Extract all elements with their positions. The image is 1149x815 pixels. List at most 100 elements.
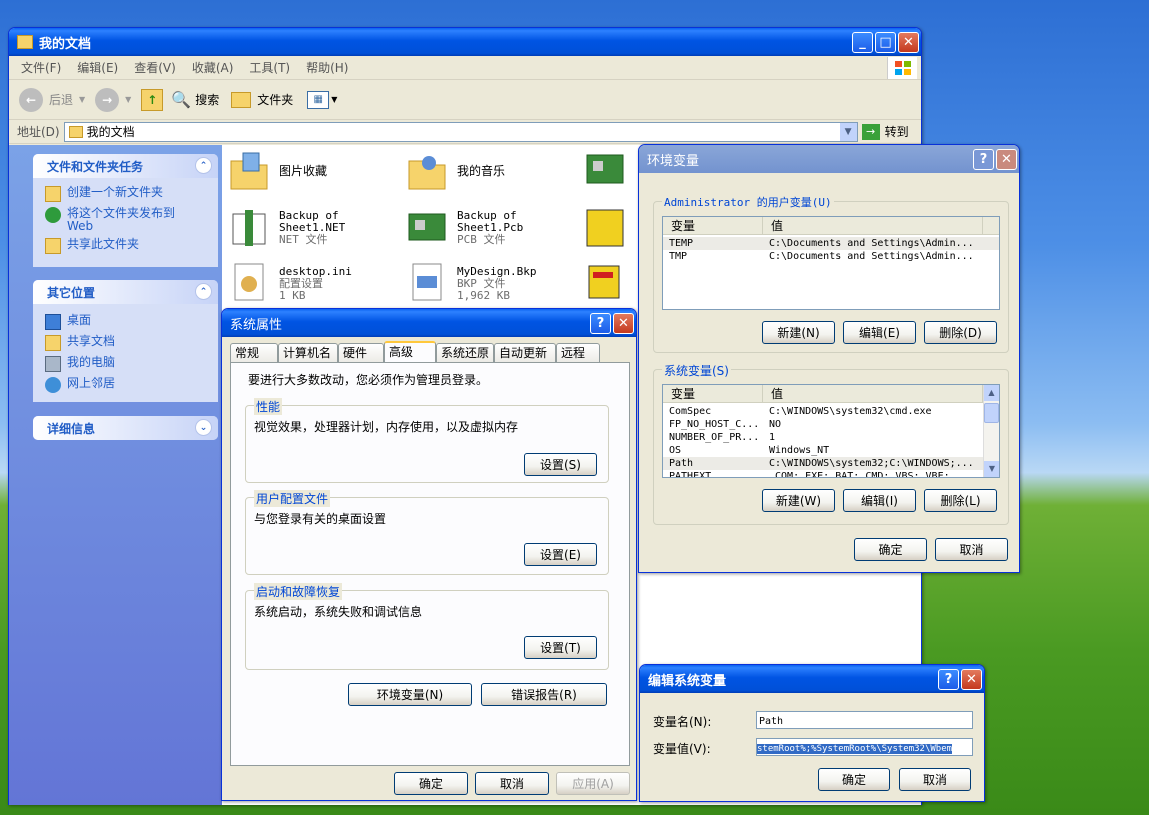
envvars-titlebar[interactable]: 环境变量 ? ✕ — [639, 145, 1019, 173]
tab-remote[interactable]: 远程 — [556, 343, 600, 362]
system-delete-button[interactable]: 删除(L) — [924, 489, 997, 512]
window-title: 我的文档 — [39, 36, 92, 52]
minimize-button[interactable]: _ — [852, 31, 873, 53]
task-share-folder[interactable]: 共享此文件夹 — [33, 236, 218, 257]
net-file-icon[interactable] — [227, 206, 271, 250]
list-item[interactable]: ComSpec C:\WINDOWS\system32\cmd.exe — [663, 405, 999, 418]
go-button-label[interactable]: 转到 — [885, 123, 909, 140]
go-arrow-icon[interactable]: → — [861, 123, 880, 140]
startup-settings-button[interactable]: 设置(T) — [524, 636, 597, 659]
close-button[interactable]: ✕ — [613, 312, 634, 334]
column-value[interactable]: 值 — [763, 385, 983, 402]
tab-advanced[interactable]: 高级 — [384, 341, 436, 363]
chevron-down-icon[interactable]: ▼ — [839, 122, 857, 141]
sysprops-titlebar[interactable]: 系统属性 ? ✕ — [222, 309, 636, 337]
help-button[interactable]: ? — [938, 668, 959, 690]
search-button-label[interactable]: 搜索 — [195, 91, 219, 108]
details-header[interactable]: 详细信息 ⌄ — [33, 416, 218, 440]
place-desktop[interactable]: 桌面 — [33, 312, 218, 333]
scroll-down-icon[interactable]: ▼ — [984, 461, 999, 477]
list-item[interactable]: TMP C:\Documents and Settings\Admin... — [663, 250, 999, 263]
menu-tools[interactable]: 工具(T) — [241, 59, 298, 76]
up-folder-icon[interactable]: ↑ — [141, 88, 164, 111]
list-item[interactable]: Path C:\WINDOWS\system32;C:\WINDOWS;... — [663, 457, 999, 470]
column-value[interactable]: 值 — [763, 217, 983, 234]
user-variables-list[interactable]: 变量值 TEMP C:\Documents and Settings\Admin.… — [662, 216, 1000, 310]
help-button[interactable]: ? — [590, 312, 611, 334]
close-button[interactable]: ✕ — [898, 31, 919, 53]
menu-edit[interactable]: 编辑(E) — [69, 59, 126, 76]
help-button[interactable]: ? — [973, 148, 994, 170]
place-network[interactable]: 网上邻居 — [33, 375, 218, 396]
column-variable[interactable]: 变量 — [663, 217, 763, 234]
pcb-file-icon[interactable] — [405, 206, 449, 250]
schematic-file-icon[interactable] — [583, 206, 627, 250]
menu-favorites[interactable]: 收藏(A) — [184, 59, 242, 76]
list-item[interactable]: PATHEXT .COM;.EXE;.BAT;.CMD;.VBS;.VBE;... — [663, 470, 999, 477]
list-item[interactable]: TEMP C:\Documents and Settings\Admin... — [663, 237, 999, 250]
editvar-titlebar[interactable]: 编辑系统变量 ? ✕ — [640, 665, 984, 693]
music-folder-icon[interactable] — [405, 149, 449, 193]
menu-view[interactable]: 查看(V) — [126, 59, 184, 76]
place-shared-docs[interactable]: 共享文档 — [33, 333, 218, 354]
folders-icon[interactable] — [231, 91, 252, 108]
list-item[interactable]: OS Windows_NT — [663, 444, 999, 457]
forward-arrow-icon[interactable]: → — [95, 87, 120, 112]
file-tasks-header[interactable]: 文件和文件夹任务 ⌃ — [33, 154, 218, 178]
cancel-button[interactable]: 取消 — [935, 538, 1008, 561]
close-button[interactable]: ✕ — [961, 668, 982, 690]
net-file-icon[interactable] — [583, 149, 627, 193]
scroll-up-icon[interactable]: ▲ — [984, 385, 999, 401]
tab-general[interactable]: 常规 — [230, 343, 278, 362]
views-icon[interactable]: ▦ — [307, 90, 330, 109]
ini-file-icon[interactable] — [227, 260, 271, 304]
project-file-icon[interactable] — [583, 260, 627, 304]
list-item[interactable]: FP_NO_HOST_C... NO — [663, 418, 999, 431]
folders-button-label[interactable]: 文件夹 — [257, 91, 293, 108]
task-new-folder[interactable]: 创建一个新文件夹 — [33, 184, 218, 205]
back-button-label[interactable]: 后退 — [49, 91, 73, 108]
tab-auto-update[interactable]: 自动更新 — [494, 343, 556, 362]
user-edit-button[interactable]: 编辑(E) — [843, 321, 916, 344]
back-arrow-icon[interactable]: ← — [19, 87, 43, 112]
profile-settings-button[interactable]: 设置(E) — [524, 543, 597, 566]
collapse-icon[interactable]: ⌃ — [195, 157, 212, 174]
tab-computer-name[interactable]: 计算机名 — [278, 343, 338, 362]
close-button[interactable]: ✕ — [996, 148, 1017, 170]
menu-help[interactable]: 帮助(H) — [298, 59, 356, 76]
variable-value-input[interactable]: stemRoot%;%SystemRoot%\System32\Wbem — [756, 738, 973, 756]
address-input[interactable]: 我的文档 ▼ — [63, 121, 858, 142]
menu-file[interactable]: 文件(F) — [13, 59, 69, 76]
error-reporting-button[interactable]: 错误报告(R) — [481, 683, 607, 706]
system-variables-list[interactable]: 变量值 ComSpec C:\WINDOWS\system32\cmd.exe F… — [662, 384, 1000, 478]
explorer-titlebar[interactable]: 我的文档 _ □ ✕ — [9, 28, 921, 56]
other-places-header[interactable]: 其它位置 ⌃ — [33, 280, 218, 304]
tab-system-restore[interactable]: 系统还原 — [436, 343, 494, 362]
place-my-computer[interactable]: 我的电脑 — [33, 354, 218, 375]
ok-button[interactable]: 确定 — [854, 538, 927, 561]
pictures-folder-icon[interactable] — [227, 149, 271, 193]
maximize-button[interactable]: □ — [875, 31, 896, 53]
performance-settings-button[interactable]: 设置(S) — [524, 453, 597, 476]
variable-name-input[interactable]: Path — [756, 711, 973, 729]
user-delete-button[interactable]: 删除(D) — [924, 321, 997, 344]
apply-button[interactable]: 应用(A) — [556, 772, 630, 795]
ok-button[interactable]: 确定 — [394, 772, 468, 795]
scrollbar[interactable]: ▲ ▼ — [983, 385, 999, 477]
cancel-button[interactable]: 取消 — [475, 772, 549, 795]
search-icon[interactable]: 🔍 — [171, 90, 191, 109]
ok-button[interactable]: 确定 — [818, 768, 890, 791]
list-item[interactable]: NUMBER_OF_PR... 1 — [663, 431, 999, 444]
system-edit-button[interactable]: 编辑(I) — [843, 489, 916, 512]
scroll-thumb[interactable] — [984, 403, 999, 423]
user-new-button[interactable]: 新建(N) — [762, 321, 835, 344]
collapse-icon[interactable]: ⌃ — [195, 283, 212, 300]
cancel-button[interactable]: 取消 — [899, 768, 971, 791]
environment-variables-button[interactable]: 环境变量(N) — [348, 683, 472, 706]
task-publish-web[interactable]: 将这个文件夹发布到 Web — [33, 205, 218, 236]
bkp-file-icon[interactable] — [405, 260, 449, 304]
expand-icon[interactable]: ⌄ — [195, 419, 212, 436]
tab-hardware[interactable]: 硬件 — [338, 343, 384, 362]
column-variable[interactable]: 变量 — [663, 385, 763, 402]
system-new-button[interactable]: 新建(W) — [762, 489, 835, 512]
